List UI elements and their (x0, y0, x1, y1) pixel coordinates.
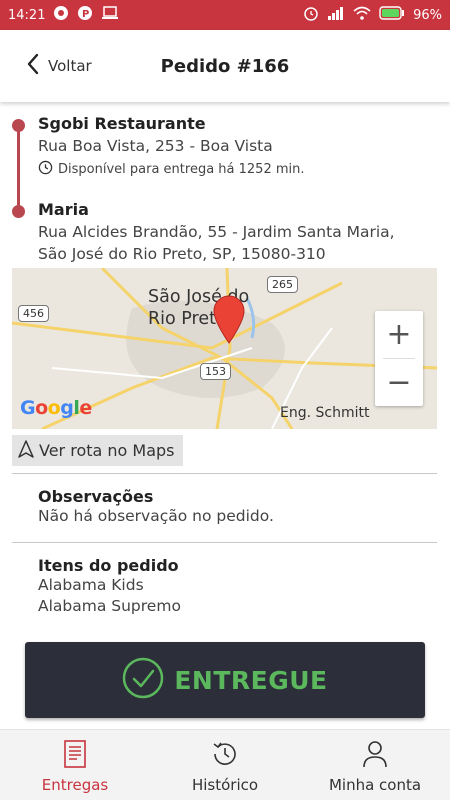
nav-entregas[interactable]: Entregas (0, 730, 150, 800)
navigation-arrow-icon (17, 439, 35, 463)
origin-dot (12, 119, 25, 132)
status-time: 14:21 (8, 7, 46, 23)
list-item: Alabama Kids (38, 576, 144, 594)
clock-icon (38, 160, 53, 179)
svg-text:P: P (82, 9, 89, 20)
delivered-label: ENTREGUE (174, 665, 328, 695)
observations-title: Observações (38, 487, 154, 506)
app-header: Pedido #166 Voltar (0, 30, 450, 102)
app-notification-icon (53, 5, 69, 25)
route-shield: 456 (18, 305, 49, 322)
customer-address-line1: Rua Alcides Brandão, 55 - Jardim Santa M… (38, 223, 395, 241)
route-line (17, 124, 20, 212)
map-zoom-controls: + − (375, 311, 423, 406)
nav-minha-conta[interactable]: Minha conta (300, 730, 450, 800)
nav-label: Histórico (191, 776, 259, 794)
items-title: Itens do pedido (38, 556, 179, 575)
location-pin-icon (212, 294, 246, 348)
status-bar: 14:21 P 96% (0, 0, 450, 30)
restaurant-name: Sgobi Restaurante (38, 114, 206, 133)
open-maps-button[interactable]: Ver rota no Maps (12, 435, 183, 466)
divider (12, 473, 437, 474)
check-circle-icon (122, 657, 164, 703)
availability-info: Disponível para entrega há 1252 min. (38, 160, 443, 179)
restaurant-address: Rua Boa Vista, 253 - Boa Vista (38, 137, 273, 155)
route-shield: 265 (267, 276, 298, 293)
p-notification-icon: P (77, 5, 93, 25)
user-icon (361, 739, 389, 773)
alarm-icon (303, 5, 319, 25)
destination-stop: Maria Rua Alcides Brandão, 55 - Jardim S… (38, 200, 443, 265)
customer-name: Maria (38, 200, 89, 219)
availability-text: Disponível para entrega há 1252 min. (58, 162, 305, 177)
customer-address-line2: São José do Rio Preto, SP, 15080-310 (38, 245, 326, 263)
origin-stop: Sgobi Restaurante Rua Boa Vista, 253 - B… (38, 114, 443, 179)
route-shield: 153 (200, 363, 231, 380)
divider (12, 542, 437, 543)
wifi-icon (353, 6, 371, 24)
delivered-button[interactable]: ENTREGUE (25, 642, 425, 718)
zoom-in-button[interactable]: + (375, 311, 423, 358)
nav-label: Entregas (41, 776, 109, 794)
place-label: Eng. Schmitt (280, 405, 370, 421)
laptop-icon (101, 6, 119, 24)
signal-icon (327, 6, 345, 24)
open-maps-label: Ver rota no Maps (39, 441, 175, 460)
bottom-navigation: Entregas Histórico Minha conta (0, 729, 450, 800)
observations-section: Observações Não há observação no pedido. (38, 487, 438, 527)
list-item: Alabama Supremo (38, 597, 181, 615)
zoom-out-button[interactable]: − (375, 359, 423, 406)
map-view[interactable]: São José do Rio Preto 456 265 153 Eng. S… (12, 268, 437, 429)
history-clock-icon (210, 739, 240, 773)
order-items-section: Itens do pedido Alabama Kids Alabama Sup… (38, 556, 438, 617)
observations-text: Não há observação no pedido. (38, 507, 274, 525)
battery-icon (379, 6, 405, 24)
destination-dot (12, 205, 25, 218)
list-document-icon (62, 739, 88, 773)
nav-label: Minha conta (328, 776, 422, 794)
chevron-left-icon (26, 53, 40, 79)
back-label: Voltar (48, 57, 92, 75)
back-button[interactable]: Voltar (26, 30, 92, 102)
nav-historico[interactable]: Histórico (150, 730, 300, 800)
google-logo: Google (20, 397, 92, 419)
battery-percent: 96% (413, 7, 442, 23)
